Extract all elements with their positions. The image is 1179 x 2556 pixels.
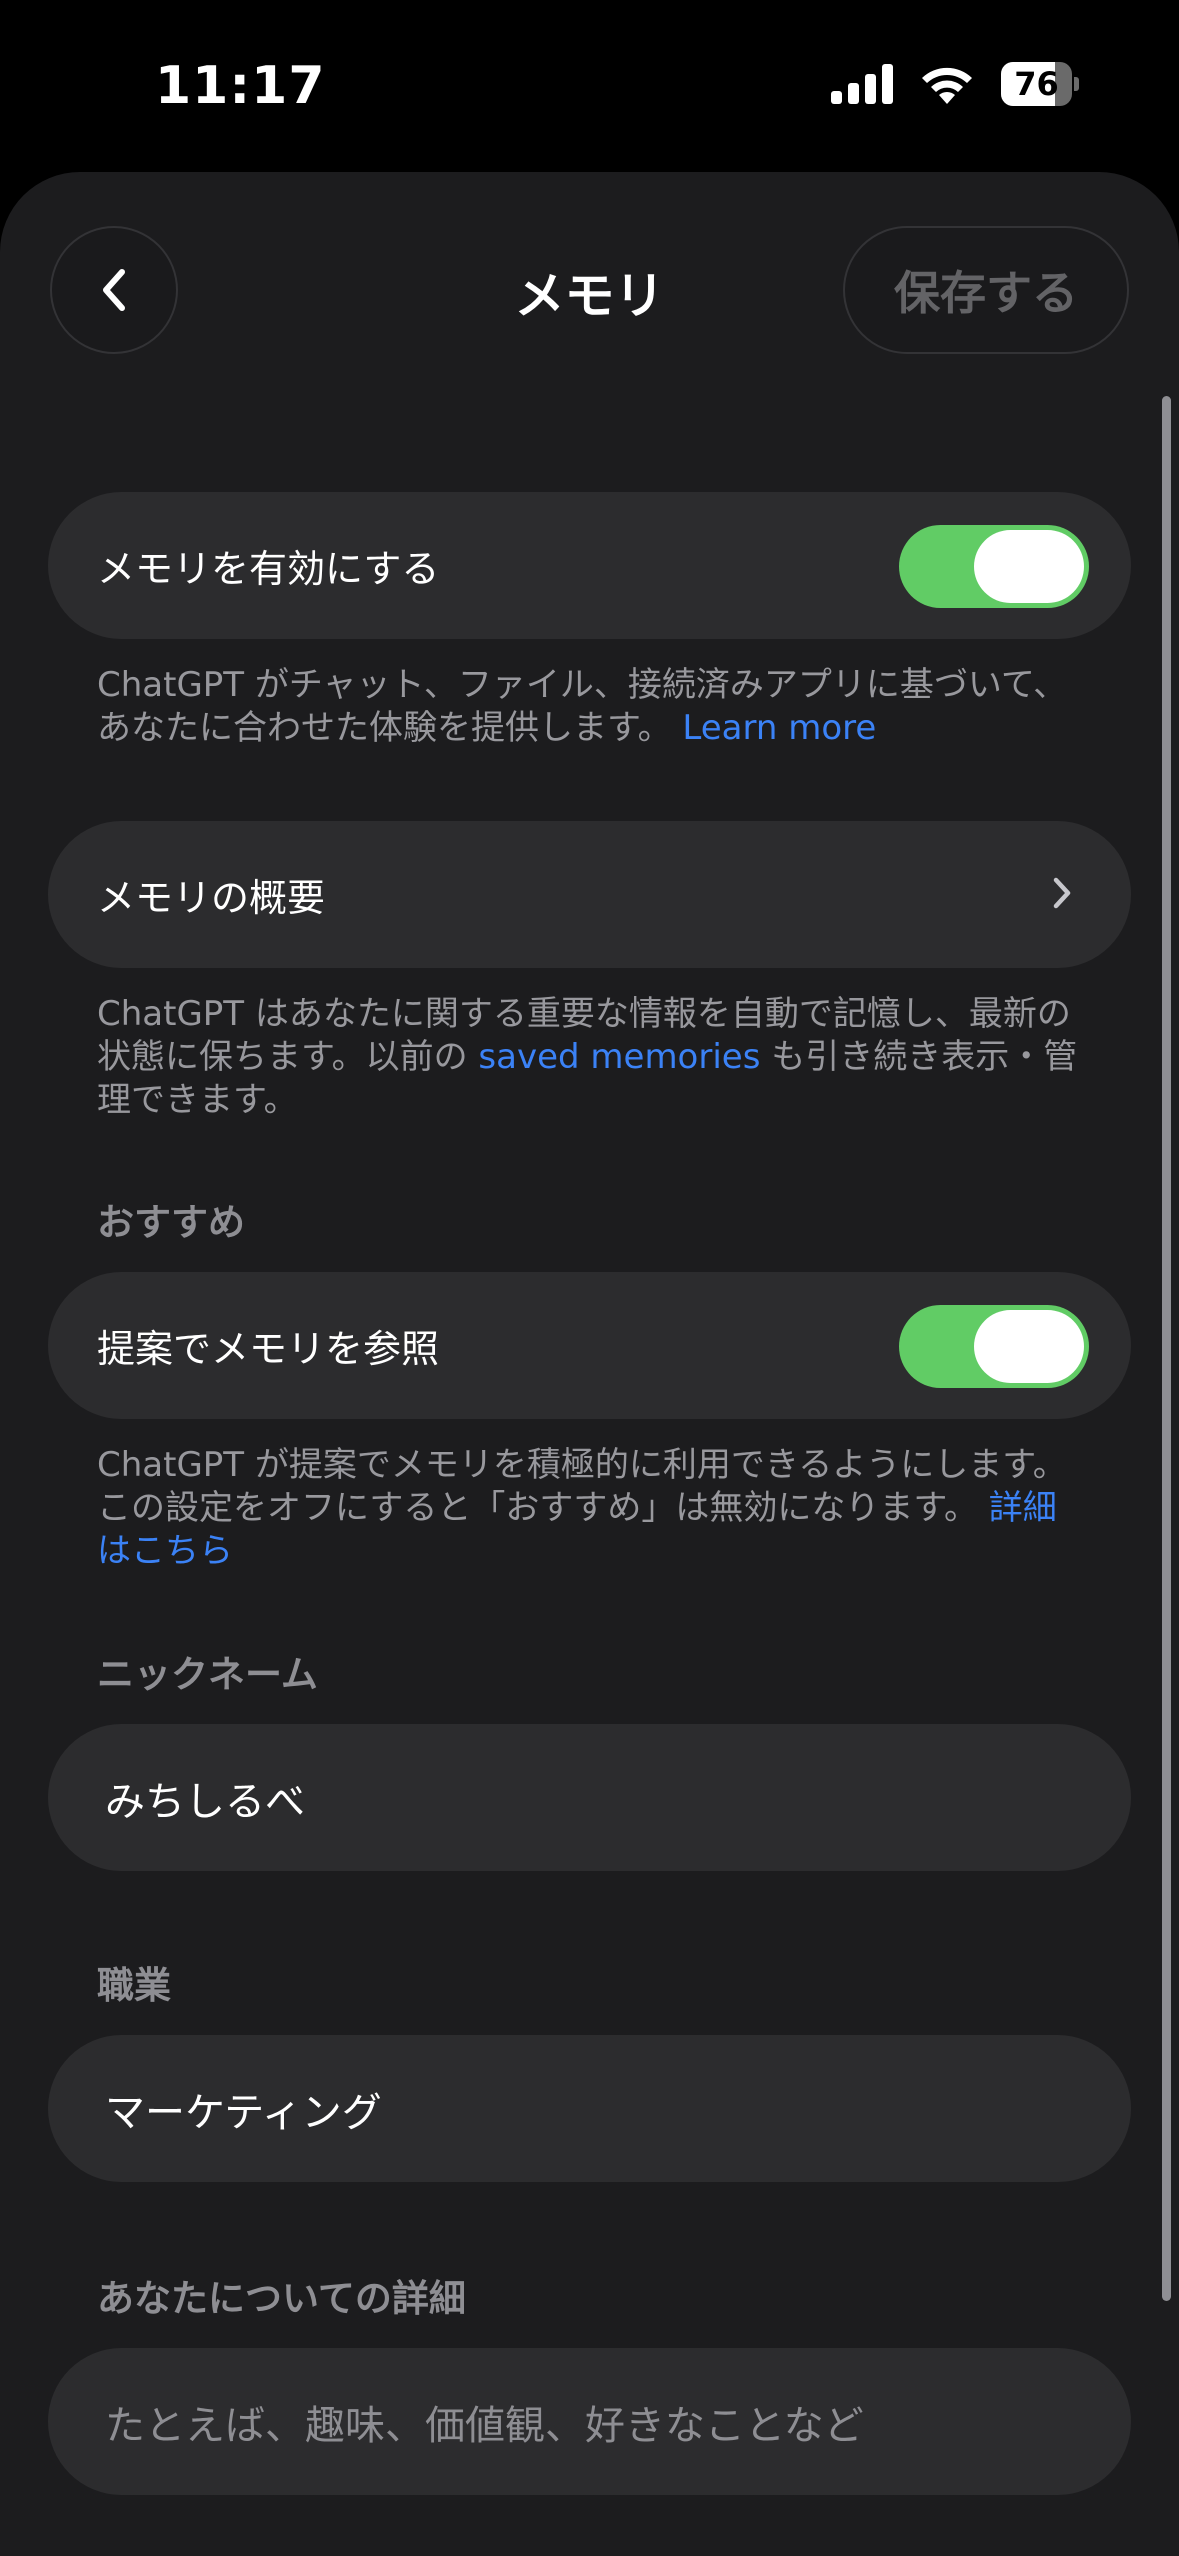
status-icons: 76 <box>831 62 1079 106</box>
scrollbar[interactable] <box>1162 396 1171 2301</box>
memory-overview-row[interactable]: メモリの概要 <box>48 821 1131 968</box>
battery-level: 76 <box>1014 65 1059 103</box>
memory-enable-description: ChatGPT がチャット、ファイル、接続済みアプリに基づいて、あなたに合わせた… <box>97 664 1087 750</box>
memory-settings-sheet: メモリ 保存する メモリを有効にする ChatGPT がチャット、ファイル、接続… <box>0 172 1179 2556</box>
memory-enable-row[interactable]: メモリを有効にする <box>48 492 1131 639</box>
toggle-knob <box>974 530 1084 603</box>
wifi-icon <box>922 67 972 104</box>
battery-icon: 76 <box>1001 62 1079 106</box>
recommendations-description-text: ChatGPT が提案でメモリを積極的に利用できるようにします。この設定をオフに… <box>97 1445 1067 1528</box>
recommendations-toggle[interactable] <box>899 1305 1089 1388</box>
status-bar: 11:17 76 <box>0 0 1179 170</box>
occupation-value: マーケティング <box>105 2089 382 2136</box>
signal-icon <box>831 64 893 104</box>
nickname-field[interactable]: みちしるべ <box>48 1724 1131 1871</box>
header: メモリ 保存する <box>0 172 1179 412</box>
about-you-section-label: あなたについての詳細 <box>97 2277 466 2320</box>
recommendations-description: ChatGPT が提案でメモリを積極的に利用できるようにします。この設定をオフに… <box>97 1444 1087 1573</box>
recommendations-row[interactable]: 提案でメモリを参照 <box>48 1272 1131 1419</box>
recommendations-section-label: おすすめ <box>97 1201 245 1244</box>
status-time: 11:17 <box>155 56 326 116</box>
memory-enable-toggle[interactable] <box>899 525 1089 608</box>
occupation-field[interactable]: マーケティング <box>48 2035 1131 2182</box>
save-button[interactable]: 保存する <box>843 226 1129 354</box>
memory-overview-label: メモリの概要 <box>97 876 326 920</box>
learn-more-link[interactable]: Learn more <box>682 708 876 748</box>
saved-memories-link[interactable]: saved memories <box>478 1037 760 1077</box>
nickname-section-label: ニックネーム <box>97 1653 318 1696</box>
nickname-value: みちしるべ <box>105 1778 305 1825</box>
about-you-field[interactable]: たとえば、趣味、価値観、好きなことなど <box>48 2348 1131 2495</box>
memory-enable-description-text: ChatGPT がチャット、ファイル、接続済みアプリに基づいて、あなたに合わせた… <box>97 665 1068 748</box>
chevron-right-icon <box>1053 877 1071 909</box>
occupation-section-label: 職業 <box>97 1964 171 2007</box>
toggle-knob <box>974 1310 1084 1383</box>
about-you-placeholder: たとえば、趣味、価値観、好きなことなど <box>105 2402 864 2449</box>
memory-overview-description: ChatGPT はあなたに関する重要な情報を自動で記憶し、最新の状態に保ちます。… <box>97 993 1087 1122</box>
